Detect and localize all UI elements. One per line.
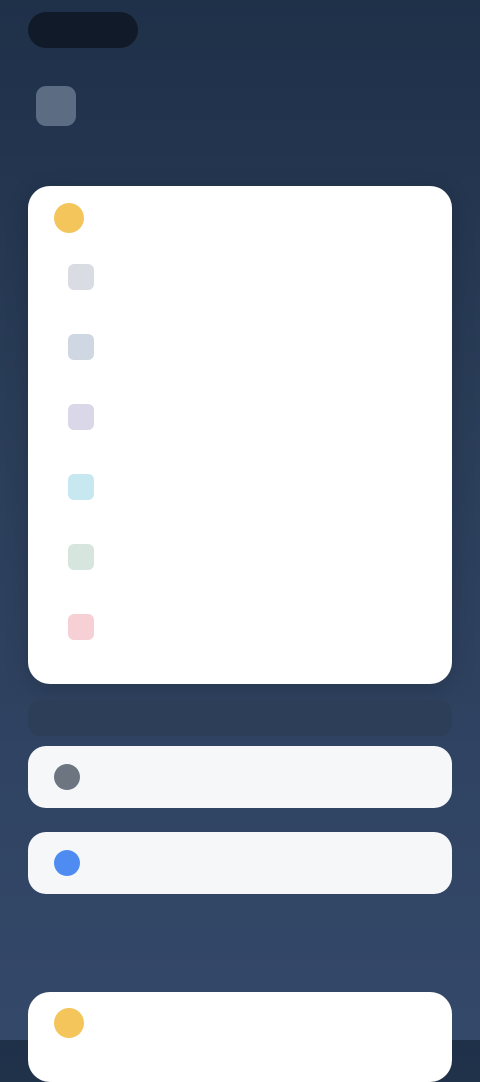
bottom-card[interactable] — [28, 992, 452, 1082]
bell-icon — [68, 264, 94, 290]
lock-icon — [68, 404, 94, 430]
section-divider — [28, 700, 452, 736]
settings-row-3[interactable] — [28, 382, 452, 452]
settings-row-4[interactable] — [28, 452, 452, 522]
sync-icon — [68, 474, 94, 500]
info-icon — [54, 850, 80, 876]
settings-row-2[interactable] — [28, 312, 452, 382]
card-header — [28, 186, 452, 236]
gear-icon — [68, 544, 94, 570]
header-icon — [54, 203, 84, 233]
sub-card-info[interactable] — [28, 832, 452, 894]
main-card — [28, 186, 452, 684]
settings-row-6[interactable] — [28, 592, 452, 662]
account-icon — [54, 764, 80, 790]
status-pill — [28, 12, 138, 48]
settings-row-5[interactable] — [28, 522, 452, 592]
grid-menu-button[interactable] — [36, 86, 76, 126]
shield-icon — [68, 334, 94, 360]
star-icon — [54, 1008, 84, 1038]
sub-card-account[interactable] — [28, 746, 452, 808]
heart-icon — [68, 614, 94, 640]
settings-row-1[interactable] — [28, 242, 452, 312]
